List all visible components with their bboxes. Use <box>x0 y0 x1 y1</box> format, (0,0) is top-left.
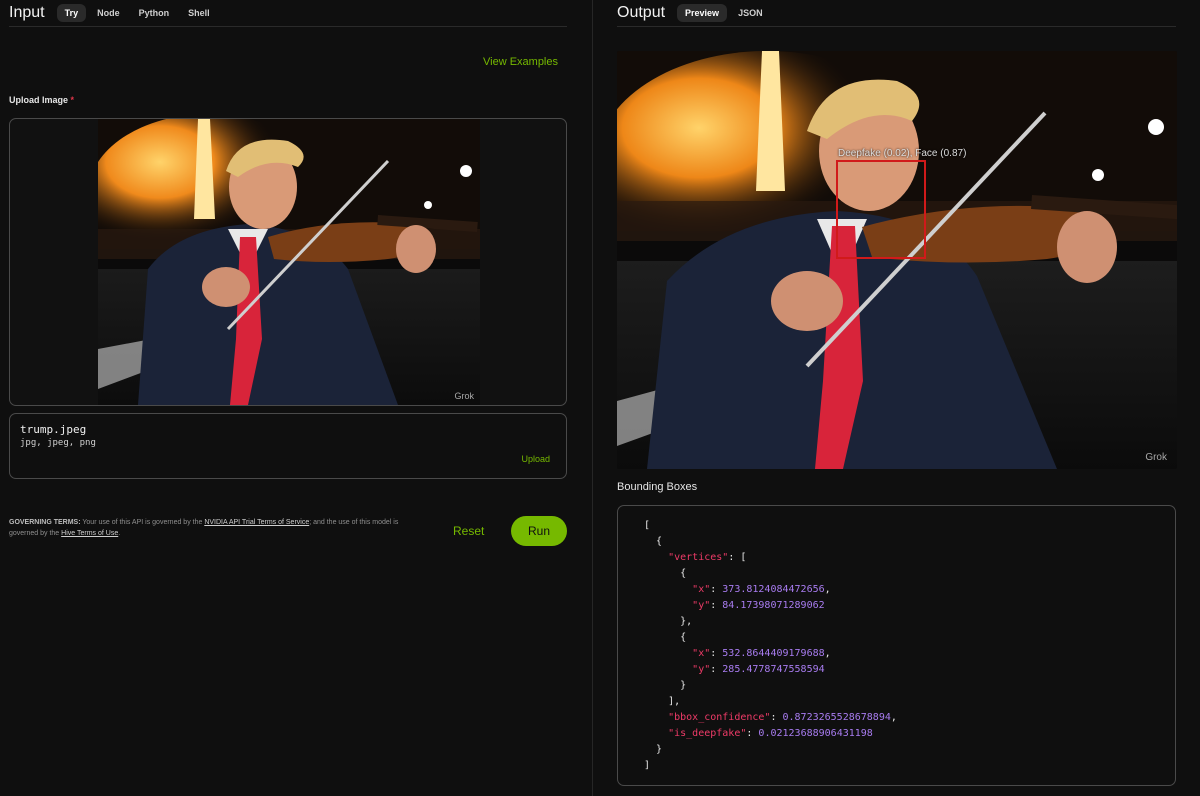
governing-terms: GOVERNING TERMS: Your use of this API is… <box>9 517 429 539</box>
output-watermark: Grok <box>1145 452 1167 463</box>
json-line: [ <box>644 520 651 531</box>
json-line: "y": 285.4778747558594 <box>692 664 825 675</box>
upload-image-label: Upload Image * <box>9 95 74 105</box>
json-line: ], <box>668 696 681 707</box>
tab-json[interactable]: JSON <box>730 4 771 22</box>
json-line: "y": 84.17398071289062 <box>692 600 825 611</box>
output-header: Output Preview JSON <box>617 0 1176 27</box>
bounding-boxes-json: [ { "vertices": [ { "x": 373.81240844726… <box>617 505 1176 786</box>
file-name: trump.jpeg <box>20 423 87 436</box>
json-number: 84.17398071289062 <box>722 600 825 611</box>
json-line: { <box>680 568 687 579</box>
json-line: } <box>656 744 663 755</box>
output-title: Output <box>617 4 666 21</box>
upload-button[interactable]: Upload <box>521 454 550 464</box>
json-line: { <box>656 536 663 547</box>
bounding-boxes-title: Bounding Boxes <box>617 481 698 493</box>
view-examples-link[interactable]: View Examples <box>483 56 558 68</box>
terms-text-1: Your use of this API is governed by the <box>80 519 205 526</box>
terms-heading: GOVERNING TERMS: <box>9 519 81 526</box>
tab-preview[interactable]: Preview <box>677 4 728 22</box>
json-key: "x" <box>692 648 711 659</box>
json-line: "is_deepfake": 0.02123688906431198 <box>668 728 873 739</box>
json-line: "x": 532.8644409179688, <box>692 648 831 659</box>
tab-node[interactable]: Node <box>89 4 128 22</box>
allowed-file-types: jpg, jpeg, png <box>20 438 96 448</box>
terms-text-3: . <box>118 530 121 537</box>
selected-file-box: trump.jpeg jpg, jpeg, png Upload <box>9 413 567 479</box>
tab-shell[interactable]: Shell <box>180 4 218 22</box>
json-code-block: [ { "vertices": [ { "x": 373.81240844726… <box>644 518 897 774</box>
output-image-preview: Deepfake (0.02), Face (0.87) Grok <box>617 51 1177 469</box>
json-number: 0.02123688906431198 <box>758 728 873 739</box>
required-mark: * <box>70 95 75 105</box>
face-bounding-box <box>836 160 926 259</box>
json-line: "bbox_confidence": 0.8723265528678894, <box>668 712 897 723</box>
json-line: }, <box>680 616 693 627</box>
tab-try[interactable]: Try <box>56 4 87 22</box>
json-line: } <box>680 680 687 691</box>
nvidia-terms-link[interactable]: NVIDIA API Trial Terms of Service <box>204 519 309 526</box>
upload-image-label-text: Upload Image <box>9 95 69 105</box>
json-key: "vertices" <box>668 552 729 563</box>
json-line: { <box>680 632 687 643</box>
json-number: 532.8644409179688 <box>722 648 825 659</box>
json-line: "x": 373.8124084472656, <box>692 584 831 595</box>
hive-terms-link[interactable]: Hive Terms of Use <box>61 530 118 537</box>
input-header: Input Try Node Python Shell <box>9 0 567 27</box>
json-key: "is_deepfake" <box>668 728 747 739</box>
json-key: "bbox_confidence" <box>668 712 771 723</box>
json-number: 0.8723265528678894 <box>782 712 891 723</box>
input-title: Input <box>9 4 45 21</box>
json-key: "x" <box>692 584 711 595</box>
json-number: 373.8124084472656 <box>722 584 825 595</box>
json-line: "vertices": [ <box>668 552 747 563</box>
json-key: "y" <box>692 600 711 611</box>
output-panel: Output Preview JSON Deepfake (0.02), Fac… <box>600 0 1200 796</box>
run-button[interactable]: Run <box>511 516 567 546</box>
json-number: 285.4778747558594 <box>722 664 825 675</box>
panel-divider <box>592 0 593 796</box>
detection-label: Deepfake (0.02), Face (0.87) <box>838 148 967 159</box>
input-panel: Input Try Node Python Shell View Example… <box>0 0 590 796</box>
json-line: ] <box>644 760 651 771</box>
json-key: "y" <box>692 664 711 675</box>
input-watermark: Grok <box>454 391 474 401</box>
image-drop-zone[interactable]: Grok <box>9 118 567 406</box>
input-image-preview: Grok <box>98 119 480 405</box>
tab-python[interactable]: Python <box>131 4 178 22</box>
reset-button[interactable]: Reset <box>453 524 484 538</box>
